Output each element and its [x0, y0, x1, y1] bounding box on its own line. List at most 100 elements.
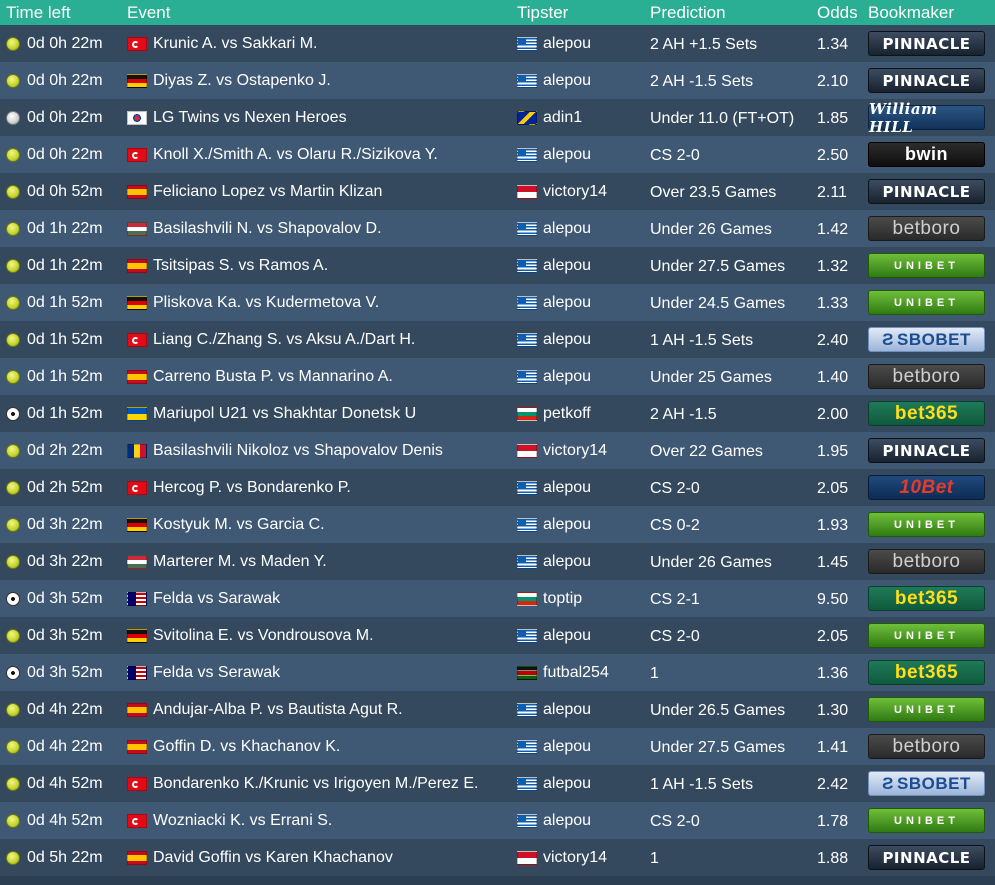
event-link[interactable]: Goffin D. vs Khachanov K. [153, 738, 340, 756]
bookmaker-cell[interactable]: bet365 [868, 401, 995, 426]
event-cell[interactable]: Hercog P. vs Bondarenko P. [127, 479, 517, 497]
table-row[interactable]: 0d 3h 52m Felda vs Sarawak toptip CS 2-1 9.5… [0, 580, 995, 617]
bookmaker-cell[interactable]: UNIBET [868, 697, 995, 722]
tipster-cell[interactable]: alepou [517, 701, 650, 719]
bookmaker-logo-sbobet[interactable]: Ƨ SBOBET [868, 771, 985, 796]
bookmaker-cell[interactable]: UNIBET [868, 253, 995, 278]
tipster-link[interactable]: victory14 [543, 183, 607, 201]
tipster-cell[interactable]: alepou [517, 627, 650, 645]
tipster-link[interactable]: alepou [543, 738, 591, 756]
table-row[interactable]: 0d 1h 52m Liang C./Zhang S. vs Aksu A./Da… [0, 321, 995, 358]
event-link[interactable]: Kostyuk M. vs Garcia C. [153, 516, 325, 534]
event-link[interactable]: Hercog P. vs Bondarenko P. [153, 479, 351, 497]
tipster-cell[interactable]: alepou [517, 516, 650, 534]
event-cell[interactable]: David Goffin vs Karen Khachanov [127, 849, 517, 867]
tipster-link[interactable]: alepou [543, 812, 591, 830]
event-link[interactable]: Bondarenko K./Krunic vs Irigoyen M./Pere… [153, 775, 478, 793]
tipster-cell[interactable]: alepou [517, 72, 650, 90]
table-row[interactable]: 0d 4h 22m Andujar-Alba P. vs Bautista Agu… [0, 691, 995, 728]
event-link[interactable]: Tsitsipas S. vs Ramos A. [153, 257, 328, 275]
tipster-link[interactable]: alepou [543, 257, 591, 275]
bookmaker-logo-pinnacle[interactable]: PINNACLE [868, 845, 985, 870]
table-row[interactable]: 0d 4h 52m Wozniacki K. vs Errani S. alepou… [0, 802, 995, 839]
event-cell[interactable]: Knoll X./Smith A. vs Olaru R./Sizikova Y… [127, 146, 517, 164]
event-link[interactable]: Knoll X./Smith A. vs Olaru R./Sizikova Y… [153, 146, 438, 164]
event-link[interactable]: Felda vs Sarawak [153, 590, 280, 608]
tipster-cell[interactable]: alepou [517, 294, 650, 312]
bookmaker-logo-betboro[interactable]: betboro [868, 216, 985, 241]
event-link[interactable]: Basilashvili Nikoloz vs Shapovalov Denis [153, 442, 443, 460]
bookmaker-logo-bwin[interactable]: bwin [868, 142, 985, 167]
tipster-cell[interactable]: alepou [517, 331, 650, 349]
header-odds[interactable]: Odds [817, 3, 868, 23]
event-link[interactable]: Marterer M. vs Maden Y. [153, 553, 327, 571]
tipster-link[interactable]: alepou [543, 368, 591, 386]
bookmaker-cell[interactable]: bet365 [868, 586, 995, 611]
tipster-link[interactable]: alepou [543, 72, 591, 90]
bookmaker-logo-pinnacle[interactable]: PINNACLE [868, 438, 985, 463]
event-link[interactable]: Feliciano Lopez vs Martin Klizan [153, 183, 382, 201]
table-row[interactable]: 0d 2h 52m Hercog P. vs Bondarenko P. alepo… [0, 469, 995, 506]
table-row[interactable]: 0d 0h 22m LG Twins vs Nexen Heroes adin1 Un… [0, 99, 995, 136]
bookmaker-logo-unibet[interactable]: UNIBET [868, 253, 985, 278]
tipster-link[interactable]: alepou [543, 627, 591, 645]
bookmaker-logo-bet365[interactable]: bet365 [868, 401, 985, 426]
event-link[interactable]: Mariupol U21 vs Shakhtar Donetsk U [153, 405, 416, 423]
table-row[interactable]: 0d 1h 52m Pliskova Ka. vs Kudermetova V. a… [0, 284, 995, 321]
bookmaker-cell[interactable]: betboro [868, 364, 995, 389]
bookmaker-cell[interactable]: betboro [868, 549, 995, 574]
bookmaker-cell[interactable]: UNIBET [868, 623, 995, 648]
tipster-link[interactable]: alepou [543, 701, 591, 719]
event-cell[interactable]: Svitolina E. vs Vondrousova M. [127, 627, 517, 645]
bookmaker-logo-pinnacle[interactable]: PINNACLE [868, 68, 985, 93]
bookmaker-logo-unibet[interactable]: UNIBET [868, 623, 985, 648]
event-link[interactable]: Felda vs Serawak [153, 664, 280, 682]
bookmaker-cell[interactable]: bwin [868, 142, 995, 167]
tipster-link[interactable]: alepou [543, 775, 591, 793]
tipster-cell[interactable]: alepou [517, 479, 650, 497]
bookmaker-logo-betboro[interactable]: betboro [868, 364, 985, 389]
tipster-link[interactable]: alepou [543, 146, 591, 164]
event-cell[interactable]: Tsitsipas S. vs Ramos A. [127, 257, 517, 275]
tipster-link[interactable]: toptip [543, 590, 582, 608]
bookmaker-cell[interactable]: betboro [868, 734, 995, 759]
table-row[interactable]: 0d 0h 52m Feliciano Lopez vs Martin Kliza… [0, 173, 995, 210]
table-row[interactable]: 0d 2h 22m Basilashvili Nikoloz vs Shapova… [0, 432, 995, 469]
tipster-link[interactable]: victory14 [543, 442, 607, 460]
tipster-link[interactable]: alepou [543, 35, 591, 53]
table-row[interactable]: 0d 4h 22m Goffin D. vs Khachanov K. alepou… [0, 728, 995, 765]
event-link[interactable]: Basilashvili N. vs Shapovalov D. [153, 220, 382, 238]
bookmaker-logo-unibet[interactable]: UNIBET [868, 808, 985, 833]
event-cell[interactable]: Basilashvili N. vs Shapovalov D. [127, 220, 517, 238]
bookmaker-logo-tenbet[interactable]: 10Bet [868, 475, 985, 500]
event-cell[interactable]: Goffin D. vs Khachanov K. [127, 738, 517, 756]
bookmaker-logo-williamhill[interactable]: William HILL [868, 100, 985, 136]
table-row[interactable]: 0d 1h 52m Mariupol U21 vs Shakhtar Donets… [0, 395, 995, 432]
bookmaker-logo-unibet[interactable]: UNIBET [868, 697, 985, 722]
event-link[interactable]: Carreno Busta P. vs Mannarino A. [153, 368, 393, 386]
bookmaker-cell[interactable]: PINNACLE [868, 68, 995, 93]
table-row[interactable]: 0d 3h 22m Marterer M. vs Maden Y. alepou Un… [0, 543, 995, 580]
table-row[interactable]: 0d 1h 22m Basilashvili N. vs Shapovalov D… [0, 210, 995, 247]
event-cell[interactable]: Felda vs Serawak [127, 664, 517, 682]
event-cell[interactable]: Carreno Busta P. vs Mannarino A. [127, 368, 517, 386]
tipster-cell[interactable]: alepou [517, 257, 650, 275]
bookmaker-logo-unibet[interactable]: UNIBET [868, 512, 985, 537]
event-cell[interactable]: Basilashvili Nikoloz vs Shapovalov Denis [127, 442, 517, 460]
bookmaker-cell[interactable]: PINNACLE [868, 438, 995, 463]
event-cell[interactable]: Andujar-Alba P. vs Bautista Agut R. [127, 701, 517, 719]
tipster-cell[interactable]: alepou [517, 775, 650, 793]
bookmaker-logo-betboro[interactable]: betboro [868, 734, 985, 759]
bookmaker-cell[interactable]: PINNACLE [868, 31, 995, 56]
header-prediction[interactable]: Prediction [650, 3, 817, 23]
tipster-link[interactable]: adin1 [543, 109, 582, 127]
event-link[interactable]: Krunic A. vs Sakkari M. [153, 35, 318, 53]
bookmaker-cell[interactable]: Ƨ SBOBET [868, 771, 995, 796]
event-link[interactable]: Liang C./Zhang S. vs Aksu A./Dart H. [153, 331, 415, 349]
bookmaker-cell[interactable]: UNIBET [868, 512, 995, 537]
bookmaker-logo-unibet[interactable]: UNIBET [868, 290, 985, 315]
tipster-link[interactable]: alepou [543, 294, 591, 312]
event-link[interactable]: Diyas Z. vs Ostapenko J. [153, 72, 331, 90]
bookmaker-logo-bet365[interactable]: bet365 [868, 660, 985, 685]
event-cell[interactable]: Wozniacki K. vs Errani S. [127, 812, 517, 830]
